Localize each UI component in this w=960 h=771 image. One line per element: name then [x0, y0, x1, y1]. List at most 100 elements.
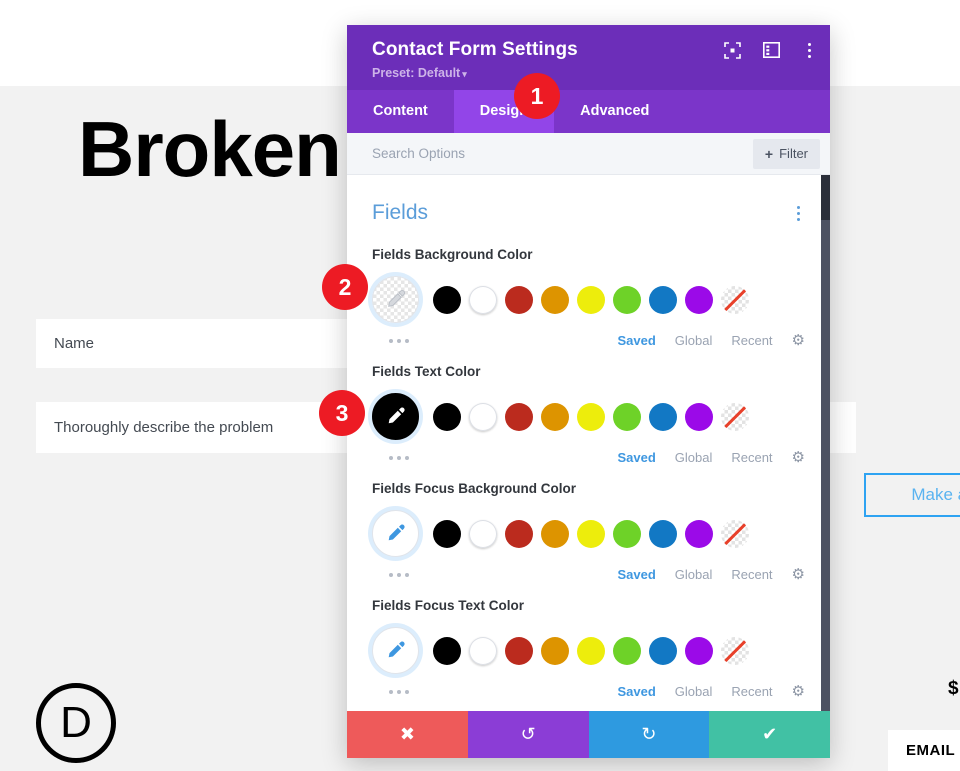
annotation-badge-3: 3 — [319, 390, 365, 436]
swatch-green[interactable] — [613, 402, 641, 431]
annotation-badge-2: 2 — [322, 264, 368, 310]
palette-tabs: Saved Global Recent ⚙ — [617, 684, 805, 699]
modal-tab-bar: Content Design Advanced — [347, 90, 830, 133]
responsive-options-icon[interactable] — [389, 572, 409, 577]
color-picker-button[interactable] — [372, 393, 419, 440]
palette-tab-saved[interactable]: Saved — [617, 684, 655, 699]
gear-icon[interactable]: ⚙ — [792, 567, 805, 582]
palette-tab-recent[interactable]: Recent — [731, 450, 772, 465]
swatch-blue[interactable] — [649, 285, 677, 314]
responsive-options-icon[interactable] — [389, 689, 409, 694]
palette-tab-global[interactable]: Global — [675, 333, 713, 348]
chevron-down-icon: ▾ — [462, 69, 467, 79]
palette-tab-saved[interactable]: Saved — [617, 567, 655, 582]
color-picker-button[interactable] — [372, 510, 419, 557]
swatch-black[interactable] — [433, 519, 461, 548]
option-label: Fields Background Color — [372, 247, 533, 262]
swatch-none[interactable] — [721, 402, 749, 431]
gear-icon[interactable]: ⚙ — [792, 450, 805, 465]
redo-button[interactable]: ↻ — [588, 711, 710, 758]
swatch-white[interactable] — [469, 402, 497, 431]
swatch-none[interactable] — [721, 519, 749, 548]
swatch-red[interactable] — [505, 519, 533, 548]
swatch-orange[interactable] — [541, 519, 569, 548]
cancel-button[interactable]: ✖ — [347, 711, 468, 758]
swatch-line — [372, 393, 805, 440]
submit-button[interactable]: Make an — [864, 473, 960, 517]
swatch-white[interactable] — [469, 519, 497, 548]
swatch-yellow[interactable] — [577, 285, 605, 314]
option-footer: Saved Global Recent ⚙ — [372, 684, 805, 699]
swatch-black[interactable] — [433, 402, 461, 431]
swatch-blue[interactable] — [649, 519, 677, 548]
color-swatches — [433, 636, 749, 665]
option-label: Fields Focus Background Color — [372, 481, 577, 496]
swatch-red[interactable] — [505, 402, 533, 431]
option-footer: Saved Global Recent ⚙ — [372, 333, 805, 348]
swatch-orange[interactable] — [541, 402, 569, 431]
swatch-green[interactable] — [613, 519, 641, 548]
palette-tab-saved[interactable]: Saved — [617, 450, 655, 465]
swatch-line — [372, 510, 805, 557]
undo-button[interactable]: ↺ — [467, 711, 589, 758]
swatch-yellow[interactable] — [577, 636, 605, 665]
palette-tab-saved[interactable]: Saved — [617, 333, 655, 348]
swatch-purple[interactable] — [685, 636, 713, 665]
palette-tab-recent[interactable]: Recent — [731, 567, 772, 582]
plus-icon: + — [764, 145, 774, 162]
tab-content[interactable]: Content — [347, 90, 454, 133]
responsive-options-icon[interactable] — [389, 455, 409, 460]
palette-tab-recent[interactable]: Recent — [731, 684, 772, 699]
option-footer: Saved Global Recent ⚙ — [372, 450, 805, 465]
swatch-yellow[interactable] — [577, 519, 605, 548]
gear-icon[interactable]: ⚙ — [792, 684, 805, 699]
tab-advanced[interactable]: Advanced — [554, 90, 675, 133]
scrollbar-thumb[interactable] — [821, 175, 830, 220]
save-button[interactable]: ✔ — [709, 711, 830, 758]
swatch-orange[interactable] — [541, 285, 569, 314]
swatch-green[interactable] — [613, 636, 641, 665]
color-swatches — [433, 519, 749, 548]
swatch-red[interactable] — [505, 285, 533, 314]
preset-label: Preset: Default — [372, 66, 461, 80]
palette-tab-global[interactable]: Global — [675, 450, 713, 465]
more-options-icon[interactable] — [802, 41, 816, 59]
swatch-none[interactable] — [721, 285, 749, 314]
modal-scrollbar[interactable] — [821, 175, 830, 711]
option-label: Fields Focus Text Color — [372, 598, 525, 613]
fullscreen-icon[interactable] — [724, 41, 741, 59]
swatch-green[interactable] — [613, 285, 641, 314]
swatch-line — [372, 627, 805, 674]
palette-tab-global[interactable]: Global — [675, 567, 713, 582]
swatch-red[interactable] — [505, 636, 533, 665]
email-label: EMAIL — [888, 730, 960, 771]
swatch-none[interactable] — [721, 636, 749, 665]
layout-split-icon[interactable] — [763, 42, 780, 58]
palette-tab-global[interactable]: Global — [675, 684, 713, 699]
swatch-line — [372, 276, 805, 323]
swatch-purple[interactable] — [685, 285, 713, 314]
filter-button[interactable]: + Filter — [752, 138, 820, 169]
section-more-options-icon[interactable] — [791, 205, 805, 221]
swatch-blue[interactable] — [649, 636, 677, 665]
filter-button-label: Filter — [779, 146, 808, 161]
gear-icon[interactable]: ⚙ — [792, 333, 805, 348]
option-fields-text-color: Fields Text Color Saved Global Recent ⚙ — [372, 348, 805, 465]
fields-section-header: Fields — [372, 175, 805, 231]
swatch-black[interactable] — [433, 285, 461, 314]
responsive-options-icon[interactable] — [389, 338, 409, 343]
swatch-white[interactable] — [469, 285, 497, 314]
swatch-black[interactable] — [433, 636, 461, 665]
swatch-blue[interactable] — [649, 402, 677, 431]
section-title: Fields — [372, 201, 429, 224]
swatch-purple[interactable] — [685, 519, 713, 548]
swatch-yellow[interactable] — [577, 402, 605, 431]
preset-selector[interactable]: Preset: Default ▾ — [372, 66, 812, 80]
color-picker-button[interactable] — [372, 627, 419, 674]
swatch-white[interactable] — [469, 636, 497, 665]
palette-tab-recent[interactable]: Recent — [731, 333, 772, 348]
color-picker-button[interactable] — [372, 276, 419, 323]
search-input[interactable] — [372, 146, 753, 161]
swatch-orange[interactable] — [541, 636, 569, 665]
swatch-purple[interactable] — [685, 402, 713, 431]
